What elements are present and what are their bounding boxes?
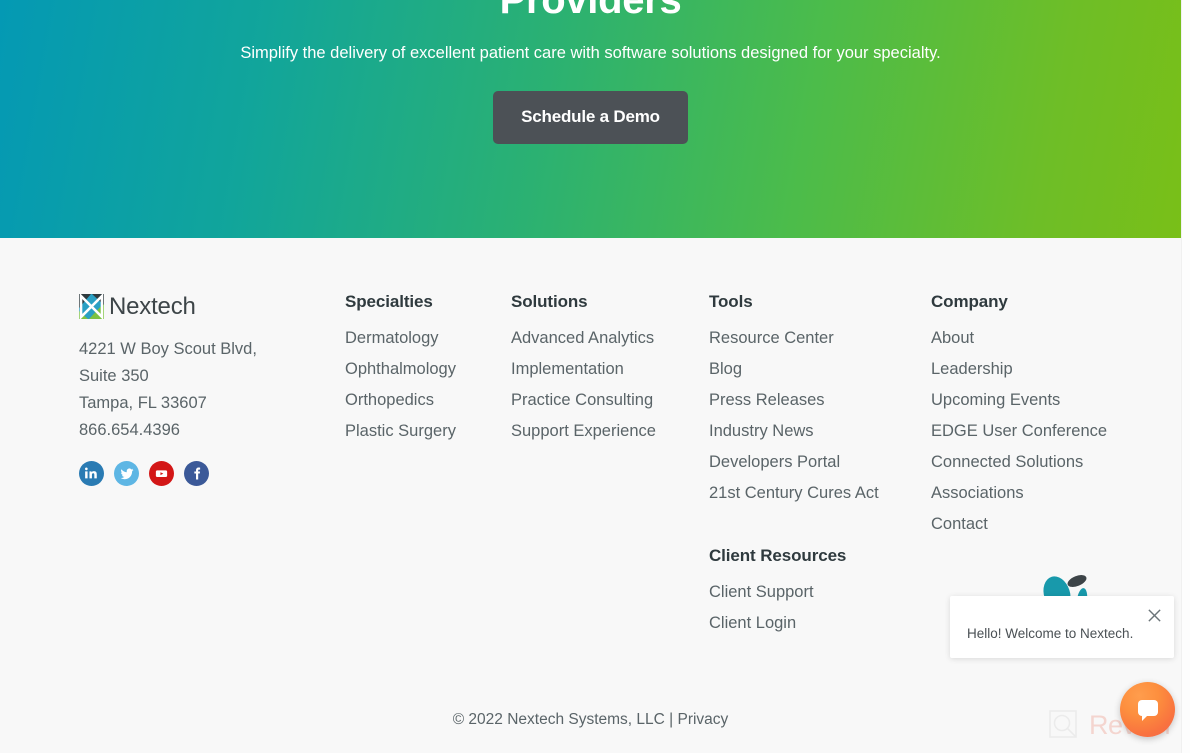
chat-bubble-icon [1137, 699, 1158, 721]
copyright-bar: © 2022 Nextech Systems, LLC | Privacy [0, 710, 1181, 730]
hero-subtitle: Simplify the delivery of excellent patie… [240, 44, 941, 62]
hero-banner: Providers Simplify the delivery of excel… [0, 0, 1181, 238]
footer-link-plastic-surgery[interactable]: Plastic Surgery [345, 416, 495, 447]
chat-greeting-message: Hello! Welcome to Nextech. [967, 626, 1134, 641]
footer-link-practice-consulting[interactable]: Practice Consulting [511, 385, 691, 416]
chat-launcher-button[interactable] [1120, 682, 1175, 737]
column-heading-company: Company [931, 292, 1008, 311]
address-line-2: Suite 350 [79, 367, 149, 385]
footer-link-advanced-analytics[interactable]: Advanced Analytics [511, 323, 691, 354]
social-links [79, 461, 329, 486]
footer-link-contact[interactable]: Contact [931, 509, 1151, 540]
twitter-icon[interactable] [114, 461, 139, 486]
nextech-logo[interactable]: Nextech [79, 292, 329, 320]
footer-link-implementation[interactable]: Implementation [511, 354, 691, 385]
address-line-3: Tampa, FL 33607 [79, 394, 207, 412]
schedule-demo-button[interactable]: Schedule a Demo [493, 91, 688, 144]
copyright-text: © 2022 Nextech Systems, LLC | [452, 711, 678, 728]
footer-link-21st-century-cures-act[interactable]: 21st Century Cures Act [709, 478, 909, 509]
footer-column-company: Company About Leadership Upcoming Events… [931, 292, 1151, 540]
footer-column-specialties: Specialties Dermatology Ophthalmology Or… [345, 292, 495, 447]
phone-number: 866.654.4396 [79, 421, 180, 439]
page-title: Providers [499, 0, 682, 22]
footer-link-ophthalmology[interactable]: Ophthalmology [345, 354, 495, 385]
column-heading-client-resources: Client Resources [709, 546, 847, 565]
footer-link-upcoming-events[interactable]: Upcoming Events [931, 385, 1151, 416]
chat-greeting-card[interactable]: Hello! Welcome to Nextech. [950, 596, 1174, 658]
hero-content: Providers Simplify the delivery of excel… [0, 0, 1181, 144]
nextech-logo-icon [79, 293, 104, 319]
footer-link-support-experience[interactable]: Support Experience [511, 416, 691, 447]
footer-link-client-support[interactable]: Client Support [709, 577, 929, 608]
footer-link-edge-user-conference[interactable]: EDGE User Conference [931, 416, 1151, 447]
column-heading-tools: Tools [709, 292, 753, 311]
column-heading-solutions: Solutions [511, 292, 588, 311]
footer-brand-column: Nextech 4221 W Boy Scout Blvd, Suite 350… [79, 292, 329, 486]
footer-column-tools: Tools Resource Center Blog Press Release… [709, 292, 909, 509]
footer-link-dermatology[interactable]: Dermatology [345, 323, 495, 354]
footer-link-developers-portal[interactable]: Developers Portal [709, 447, 909, 478]
facebook-icon[interactable] [184, 461, 209, 486]
footer-link-leadership[interactable]: Leadership [931, 354, 1151, 385]
footer-column-client-resources: Client Resources Client Support Client L… [709, 546, 929, 639]
column-heading-specialties: Specialties [345, 292, 433, 311]
linkedin-icon[interactable] [79, 461, 104, 486]
youtube-icon[interactable] [149, 461, 174, 486]
vertical-scrollbar[interactable] [1181, 0, 1190, 753]
footer-link-client-login[interactable]: Client Login [709, 608, 929, 639]
footer-link-associations[interactable]: Associations [931, 478, 1151, 509]
footer-link-blog[interactable]: Blog [709, 354, 909, 385]
footer-link-orthopedics[interactable]: Orthopedics [345, 385, 495, 416]
footer-link-connected-solutions[interactable]: Connected Solutions [931, 447, 1151, 478]
footer-column-solutions: Solutions Advanced Analytics Implementat… [511, 292, 691, 447]
privacy-link[interactable]: Privacy [677, 711, 728, 728]
footer-link-press-releases[interactable]: Press Releases [709, 385, 909, 416]
company-address: 4221 W Boy Scout Blvd, Suite 350 Tampa, … [79, 336, 329, 444]
footer-link-about[interactable]: About [931, 323, 1151, 354]
footer-link-resource-center[interactable]: Resource Center [709, 323, 909, 354]
address-line-1: 4221 W Boy Scout Blvd, [79, 340, 257, 358]
site-footer: Nextech 4221 W Boy Scout Blvd, Suite 350… [0, 238, 1181, 753]
close-icon[interactable] [1143, 604, 1165, 626]
footer-link-industry-news[interactable]: Industry News [709, 416, 909, 447]
nextech-logo-text: Nextech [109, 292, 196, 320]
hero-cta-wrap: Schedule a Demo [0, 91, 1181, 144]
